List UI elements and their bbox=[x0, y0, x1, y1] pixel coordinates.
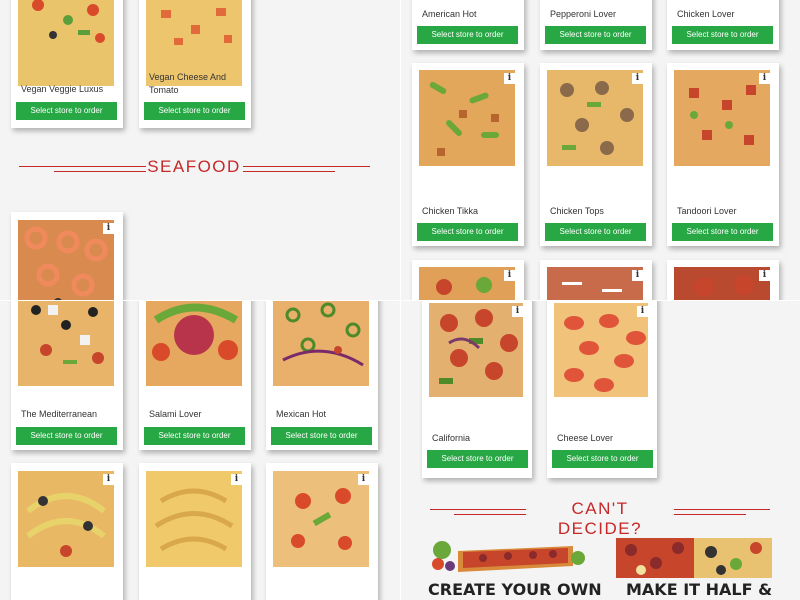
pizza-name: Chicken Tikka bbox=[422, 206, 479, 216]
pizza-image[interactable] bbox=[674, 267, 770, 300]
pizza-card: i bbox=[266, 463, 378, 600]
bottom-left-panel: The Mediterranean Select store to order … bbox=[0, 300, 400, 600]
promo-image-create-your-own[interactable] bbox=[428, 536, 588, 578]
decorative-line bbox=[243, 166, 370, 167]
pizza-name: The Mediterranean bbox=[21, 409, 98, 419]
pizza-image[interactable] bbox=[554, 303, 648, 397]
top-left-panel: Vegan Veggie Luxus Select store to order… bbox=[0, 0, 400, 300]
promo-title-create-your-own[interactable]: CREATE YOUR OWN bbox=[428, 580, 602, 599]
select-store-button[interactable]: Select store to order bbox=[545, 26, 646, 44]
select-store-button[interactable]: Select store to order bbox=[672, 223, 773, 241]
pizza-image[interactable] bbox=[674, 70, 770, 166]
section-title-cant-decide: CAN'T DECIDE? bbox=[557, 499, 643, 538]
pizza-card: i bbox=[412, 260, 524, 300]
pizza-card-vegan-cheese-tomato: Vegan Cheese And Tomato Select store to … bbox=[139, 0, 251, 128]
select-store-button[interactable]: Select store to order bbox=[417, 26, 518, 44]
pizza-card-tandoori-lover: i Tandoori Lover Select store to order bbox=[667, 63, 779, 246]
pizza-image[interactable] bbox=[18, 0, 114, 86]
pizza-name: Chicken Tops bbox=[550, 206, 604, 216]
select-store-button[interactable]: Select store to order bbox=[417, 223, 518, 241]
select-store-button[interactable]: Select store to order bbox=[144, 102, 245, 120]
pizza-image[interactable] bbox=[18, 220, 114, 300]
pizza-image[interactable] bbox=[547, 267, 643, 300]
pizza-card-cheese-lover: i Cheese Lover Select store to order bbox=[547, 300, 657, 478]
pizza-card-salami-lover: Salami Lover Select store to order bbox=[139, 300, 251, 450]
pizza-image[interactable] bbox=[146, 471, 242, 567]
select-store-button[interactable]: Select store to order bbox=[16, 427, 117, 445]
info-icon[interactable]: i bbox=[504, 270, 515, 281]
pizza-card-chicken-tops: i Chicken Tops Select store to order bbox=[540, 63, 652, 246]
pizza-card-american-hot: American Hot Select store to order bbox=[412, 0, 524, 50]
decorative-line bbox=[454, 514, 526, 515]
pizza-name: California bbox=[432, 433, 471, 443]
info-icon[interactable]: i bbox=[632, 270, 643, 281]
pizza-card-chicken-lover: Chicken Lover Select store to order bbox=[667, 0, 779, 50]
pizza-name: Pepperoni Lover bbox=[550, 9, 617, 19]
pizza-name: Chicken Lover bbox=[677, 9, 735, 19]
info-icon[interactable]: i bbox=[504, 73, 515, 84]
pizza-name: Cheese Lover bbox=[557, 433, 614, 443]
info-icon[interactable]: i bbox=[512, 306, 523, 317]
pizza-card: i bbox=[139, 463, 251, 600]
section-title-seafood: SEAFOOD bbox=[147, 157, 241, 176]
pizza-card: i bbox=[667, 260, 779, 300]
pizza-card-california: i California Select store to order bbox=[422, 300, 532, 478]
pizza-card: i bbox=[540, 260, 652, 300]
decorative-line bbox=[430, 509, 526, 510]
info-icon[interactable]: i bbox=[632, 73, 643, 84]
select-store-button[interactable]: Select store to order bbox=[545, 223, 646, 241]
select-store-button[interactable]: Select store to order bbox=[552, 450, 653, 468]
pizza-image[interactable] bbox=[273, 471, 369, 567]
decorative-line bbox=[19, 166, 146, 167]
pizza-card-seafood: i bbox=[11, 212, 123, 300]
select-store-button[interactable]: Select store to order bbox=[271, 427, 372, 445]
pizza-name: Vegan Veggie Luxus bbox=[21, 84, 104, 94]
promo-title-make-it-half[interactable]: MAKE IT HALF & bbox=[626, 580, 772, 599]
pizza-name: Salami Lover bbox=[149, 409, 202, 419]
top-right-panel: American Hot Select store to order Peppe… bbox=[400, 0, 800, 300]
pizza-card-pepperoni-lover: Pepperoni Lover Select store to order bbox=[540, 0, 652, 50]
info-icon[interactable]: i bbox=[358, 474, 369, 485]
decorative-line bbox=[54, 171, 146, 172]
pizza-card-chicken-tikka: i Chicken Tikka Select store to order bbox=[412, 63, 524, 246]
info-icon[interactable]: i bbox=[103, 474, 114, 485]
pizza-card-the-mediterranean: The Mediterranean Select store to order bbox=[11, 300, 123, 450]
pizza-image[interactable] bbox=[547, 70, 643, 166]
pizza-image[interactable] bbox=[419, 70, 515, 166]
select-store-button[interactable]: Select store to order bbox=[144, 427, 245, 445]
info-icon[interactable]: i bbox=[231, 474, 242, 485]
pizza-name: Mexican Hot bbox=[276, 409, 327, 419]
info-icon[interactable]: i bbox=[759, 270, 770, 281]
pizza-image[interactable] bbox=[419, 267, 515, 300]
bottom-right-panel: i California Select store to order i Che… bbox=[400, 300, 800, 600]
promo-image-make-it-half[interactable] bbox=[616, 538, 772, 578]
quadrant-divider bbox=[0, 300, 800, 301]
pizza-image[interactable] bbox=[146, 300, 242, 386]
info-icon[interactable]: i bbox=[759, 73, 770, 84]
pizza-card-mexican-hot: Mexican Hot Select store to order bbox=[266, 300, 378, 450]
select-store-button[interactable]: Select store to order bbox=[427, 450, 528, 468]
pizza-name: Vegan Cheese And Tomato bbox=[149, 72, 227, 95]
pizza-card: i bbox=[11, 463, 123, 600]
info-icon[interactable]: i bbox=[637, 306, 648, 317]
info-icon[interactable]: i bbox=[103, 223, 114, 234]
pizza-image[interactable] bbox=[18, 471, 114, 567]
pizza-name: American Hot bbox=[422, 9, 477, 19]
pizza-image[interactable] bbox=[273, 300, 369, 386]
pizza-image[interactable] bbox=[429, 303, 523, 397]
pizza-card-vegan-veggie-luxus: Vegan Veggie Luxus Select store to order bbox=[11, 0, 123, 128]
select-store-button[interactable]: Select store to order bbox=[16, 102, 117, 120]
decorative-line bbox=[674, 514, 746, 515]
pizza-image[interactable] bbox=[18, 300, 114, 386]
decorative-line bbox=[243, 171, 335, 172]
pizza-name: Tandoori Lover bbox=[677, 206, 737, 216]
decorative-line bbox=[674, 509, 770, 510]
select-store-button[interactable]: Select store to order bbox=[672, 26, 773, 44]
